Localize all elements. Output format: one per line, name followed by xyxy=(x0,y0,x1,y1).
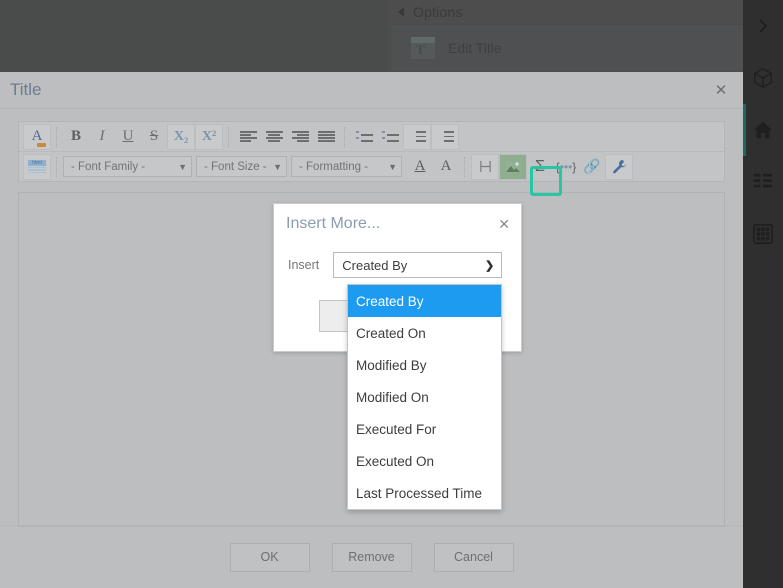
dropdown-option[interactable]: Executed On xyxy=(348,445,501,477)
numbered-list-button[interactable] xyxy=(351,125,377,149)
font-family-select[interactable]: - Font Family - ▼ xyxy=(63,156,192,177)
subscript-button[interactable]: X₂ xyxy=(167,123,195,150)
chevron-down-icon: ❯ xyxy=(485,259,495,272)
toolbar-separator xyxy=(228,126,230,147)
remove-button[interactable]: Remove xyxy=(331,542,412,572)
font-size-select[interactable]: - Font Size - ▼ xyxy=(196,156,287,177)
formatting-select[interactable]: - Formatting - ▼ xyxy=(291,156,402,177)
toolbar-row-1: A B I U S X₂ X² xyxy=(19,122,724,151)
formatting-value: - Formatting - xyxy=(299,160,369,173)
insert-image-icon[interactable] xyxy=(499,153,527,180)
dropdown-option[interactable]: Executed For xyxy=(348,413,501,445)
bold-button[interactable]: B xyxy=(63,125,89,149)
font-size-value: - Font Size - xyxy=(204,160,267,173)
toolbar-row-2: html - Font Family - ▼ - Font Size - ▼ -… xyxy=(19,151,724,181)
html-source-icon[interactable]: html xyxy=(23,153,51,180)
chevron-down-icon: ▼ xyxy=(388,161,397,172)
editor-title: Title xyxy=(10,80,42,99)
underline-button[interactable]: U xyxy=(115,125,141,149)
dropdown-option[interactable]: Last Processed Time xyxy=(348,477,501,509)
editor-footer: OK Remove Cancel xyxy=(0,525,743,588)
chevron-down-icon: ▼ xyxy=(273,161,282,172)
chevron-down-icon: ▼ xyxy=(178,161,187,172)
align-center-button[interactable] xyxy=(261,125,287,149)
italic-button[interactable]: I xyxy=(89,125,115,149)
insert-more-dialog-title: Insert More... xyxy=(286,215,381,232)
highlight-color-icon[interactable]: A xyxy=(433,155,459,179)
insert-type-select[interactable]: Created By ❯ xyxy=(333,252,503,278)
insert-type-dropdown-list[interactable]: Created By Created On Modified By Modified … xyxy=(347,284,502,510)
outdent-button[interactable] xyxy=(431,123,459,150)
toolbar-separator xyxy=(464,156,466,177)
cancel-button[interactable]: Cancel xyxy=(433,542,514,572)
font-family-value: - Font Family - xyxy=(71,160,146,173)
strikethrough-button[interactable]: S xyxy=(141,125,167,149)
insert-field-label: Insert xyxy=(288,258,320,272)
align-right-button[interactable] xyxy=(287,125,313,149)
page-break-icon[interactable] xyxy=(471,153,499,180)
editor-titlebar: Title ✕ xyxy=(0,72,743,109)
editor-close-icon[interactable]: ✕ xyxy=(713,83,729,98)
dropdown-option[interactable]: Created On xyxy=(348,317,501,349)
dropdown-option[interactable]: Modified On xyxy=(348,381,501,413)
insert-more-wrench-icon[interactable] xyxy=(605,153,633,180)
insert-field-row: Insert Created By ❯ xyxy=(274,244,521,278)
dropdown-option[interactable]: Created By xyxy=(348,285,501,317)
toolbar-separator xyxy=(344,126,346,147)
font-color-a-icon[interactable]: A xyxy=(23,123,51,150)
insert-link-icon[interactable]: 🔗 xyxy=(579,155,605,179)
insert-more-close-icon[interactable]: ✕ xyxy=(498,216,510,233)
dropdown-option[interactable]: Modified By xyxy=(348,349,501,381)
editor-toolbar: A B I U S X₂ X² html - Font Family - ▼ -… xyxy=(18,121,725,182)
indent-button[interactable] xyxy=(403,123,431,150)
align-left-button[interactable] xyxy=(235,125,261,149)
ok-button[interactable]: OK xyxy=(229,542,310,572)
bulleted-list-button[interactable] xyxy=(377,125,403,149)
wrench-button-highlight-ring xyxy=(530,166,562,196)
align-justify-button[interactable] xyxy=(313,125,339,149)
text-color-icon[interactable]: A xyxy=(407,155,433,179)
toolbar-separator xyxy=(56,156,58,177)
toolbar-separator xyxy=(56,126,58,147)
insert-more-dialog-header: Insert More... ✕ xyxy=(274,204,521,244)
insert-type-selected-value: Created By xyxy=(342,257,408,273)
superscript-button[interactable]: X² xyxy=(195,123,223,150)
